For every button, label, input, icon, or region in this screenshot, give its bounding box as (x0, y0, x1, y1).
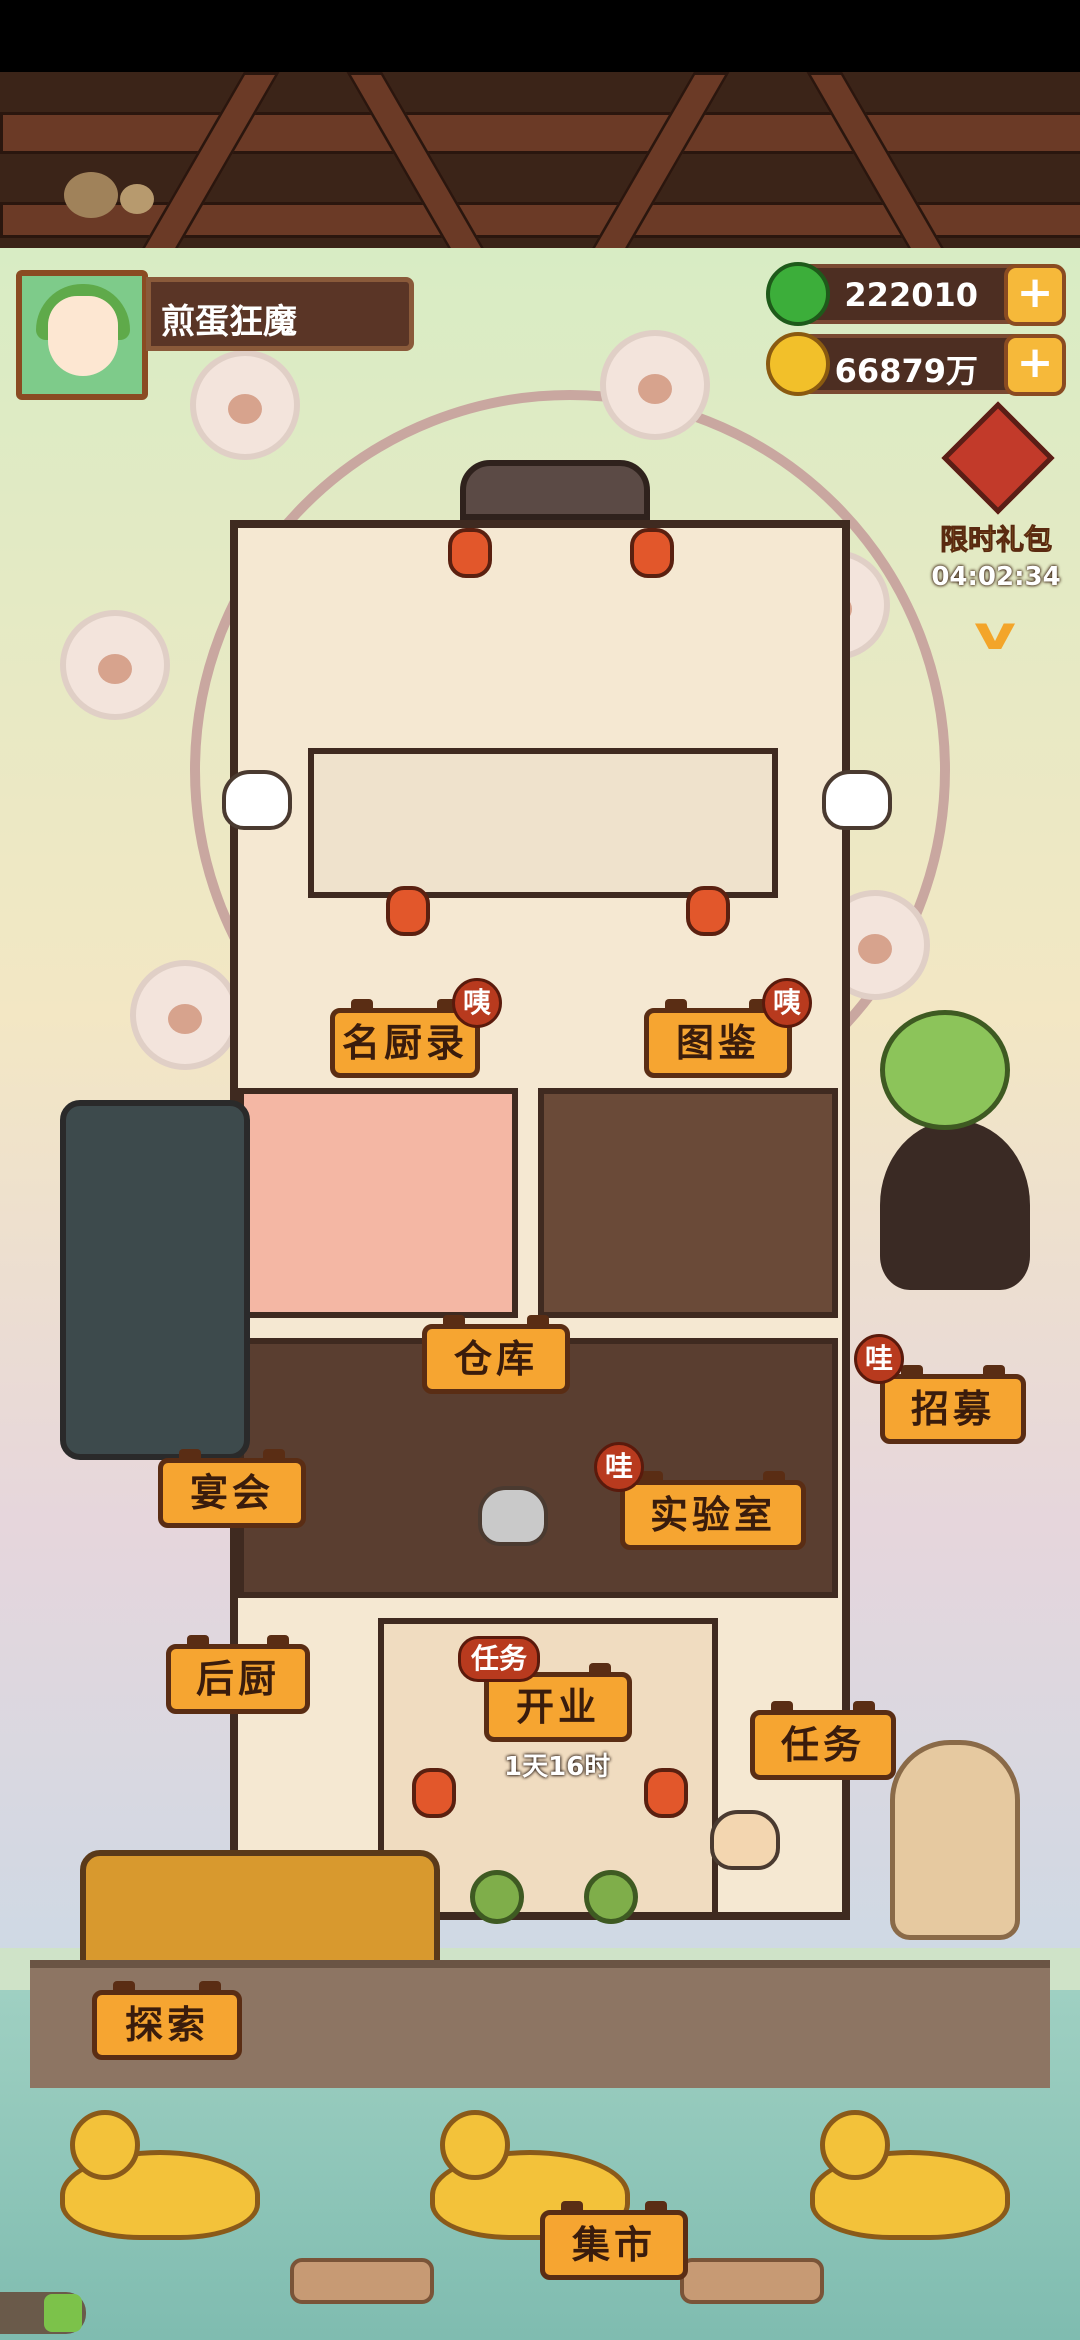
lantern-left (448, 528, 492, 578)
open-business-button[interactable]: 开业 (484, 1663, 632, 1742)
side-toggle[interactable] (0, 2292, 86, 2334)
cat-sleeping (710, 1810, 780, 1870)
cat-left-house (222, 770, 292, 830)
player-avatar[interactable] (16, 270, 148, 400)
kitchen-button[interactable]: 后厨 (166, 1635, 310, 1714)
lantern-mid-right (686, 886, 730, 936)
lab-label: 实验室 (649, 1493, 776, 1537)
tree-left (470, 1870, 524, 1924)
tasks-label: 任务 (780, 1723, 865, 1767)
coin-counter: 66879万 + (766, 332, 1066, 396)
plant-right (880, 1010, 1010, 1130)
recruit-label: 招募 (910, 1387, 995, 1431)
stepping-plank-left (290, 2258, 434, 2304)
catalog-badge: 咦 (762, 978, 812, 1028)
market-button[interactable]: 集市 (540, 2201, 688, 2280)
coin-value: 66879万 (834, 352, 978, 390)
lab-badge: 哇 (594, 1442, 644, 1492)
chef-list-label: 名厨录 (341, 1021, 468, 1065)
duck-boat-left (60, 2110, 260, 2240)
tree-right (584, 1870, 638, 1924)
lantern-bottom-left (412, 1768, 456, 1818)
kitchen-label: 后厨 (195, 1657, 280, 1701)
gem-value: 222010 (844, 276, 978, 314)
gift-pack-icon[interactable] (930, 401, 1060, 518)
top-roof (460, 460, 650, 520)
tasks-button[interactable]: 任务 (750, 1701, 896, 1780)
market-label: 集市 (571, 2223, 656, 2267)
open-business-timer: 1天16时 (504, 1752, 611, 1782)
open-business-label: 开业 (515, 1685, 600, 1729)
warehouse-button[interactable]: 仓库 (422, 1315, 570, 1394)
gift-pack-label[interactable]: 限时礼包 (918, 518, 1074, 558)
player-name-bar[interactable]: 煎蛋狂魔 (146, 277, 414, 351)
banquet-button[interactable]: 宴会 (158, 1449, 306, 1528)
status-bar (0, 0, 1080, 72)
cat-statue (890, 1740, 1020, 1940)
lab-button[interactable]: 实验室 (620, 1471, 806, 1550)
banquet-label: 宴会 (189, 1471, 274, 1515)
explore-label: 探索 (124, 2003, 209, 2047)
gift-countdown: 04:02:34 (931, 562, 1061, 592)
cat-lab (478, 1486, 548, 1546)
add-coin-button[interactable]: + (1004, 334, 1066, 396)
catalog-label: 图鉴 (675, 1021, 760, 1065)
stepping-plank-right (680, 2258, 824, 2304)
left-annex (60, 1100, 250, 1460)
chevron-down-icon[interactable]: v (946, 608, 1044, 658)
wooden-rafters (0, 72, 1080, 248)
explore-button[interactable]: 探索 (92, 1981, 242, 2060)
lantern-mid-left (386, 886, 430, 936)
chef-list-badge: 咦 (452, 978, 502, 1028)
recruit-badge: 哇 (854, 1334, 904, 1384)
warehouse-label: 仓库 (453, 1337, 538, 1381)
avatar-face (48, 296, 118, 376)
gem-counter: 222010 + (766, 262, 1066, 326)
add-gem-button[interactable]: + (1004, 264, 1066, 326)
gold-coin-icon (766, 332, 830, 396)
green-jade-icon (766, 262, 830, 326)
lantern-right (630, 528, 674, 578)
cat-right-house (822, 770, 892, 830)
lantern-bottom-right (644, 1768, 688, 1818)
cat-planter (880, 1120, 1030, 1290)
duck-boat-right (810, 2110, 1010, 2240)
toggle-knob (44, 2294, 82, 2332)
recruit-button[interactable]: 招募 (880, 1365, 1026, 1444)
open-business-task-tag: 任务 (458, 1636, 541, 1682)
player-name: 煎蛋狂魔 (161, 302, 297, 342)
